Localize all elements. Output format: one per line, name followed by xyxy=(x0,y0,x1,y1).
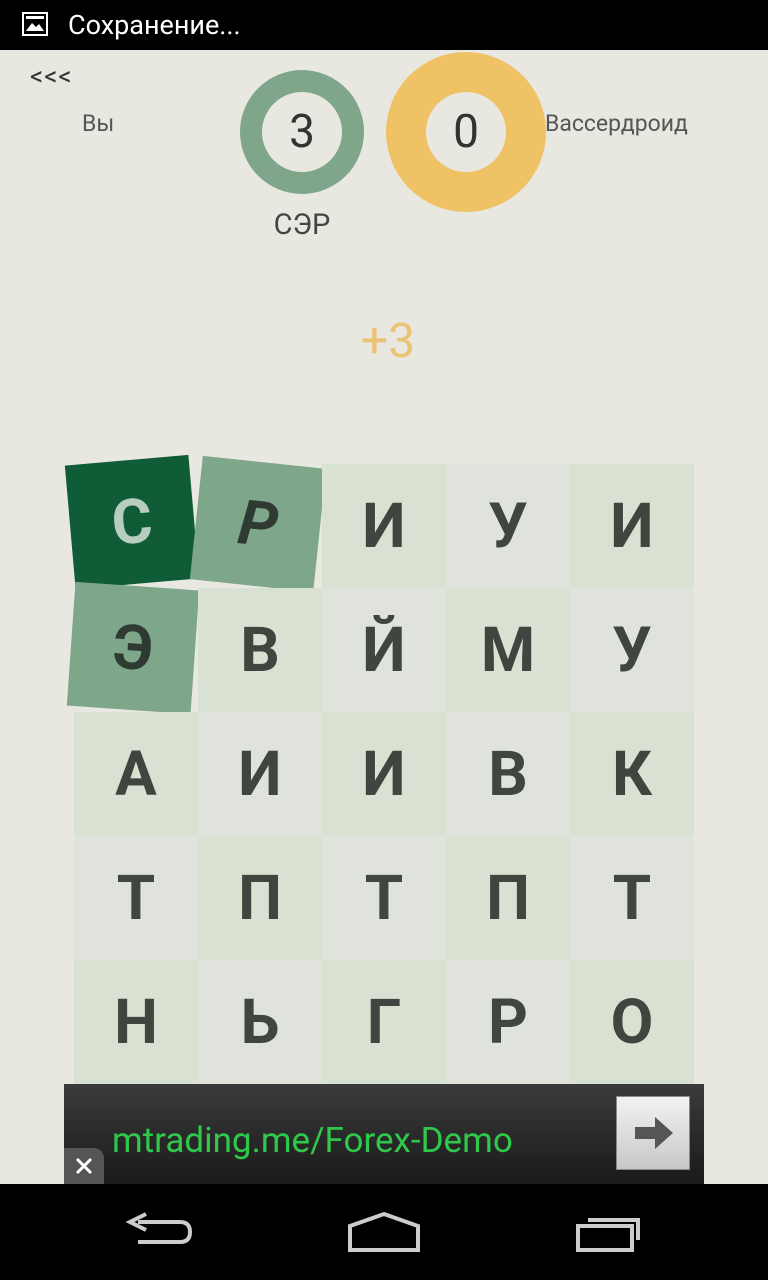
grid-tile[interactable]: Т xyxy=(322,836,446,960)
ad-arrow-button[interactable] xyxy=(616,1096,690,1170)
grid-tile[interactable]: О xyxy=(570,960,694,1084)
player-score: 3 xyxy=(262,92,342,172)
ad-text[interactable]: mtrading.me/Forex-Demo xyxy=(112,1120,513,1161)
grid-tile[interactable]: П xyxy=(446,836,570,960)
grid-tile[interactable]: М xyxy=(446,588,570,712)
grid-tile[interactable]: Н xyxy=(74,960,198,1084)
status-text: Сохранение... xyxy=(68,9,241,41)
recents-icon[interactable] xyxy=(574,1210,646,1254)
player-label: Вы xyxy=(82,110,115,137)
grid-tile[interactable]: Т xyxy=(570,836,694,960)
grid-tile[interactable]: П xyxy=(198,836,322,960)
close-icon xyxy=(75,1157,93,1175)
grid-tile[interactable]: Р xyxy=(446,960,570,1084)
ad-banner[interactable]: mtrading.me/Forex-Demo xyxy=(64,1084,704,1184)
back-icon[interactable] xyxy=(124,1210,196,1254)
grid-tile[interactable]: Р xyxy=(189,455,327,593)
grid-tile[interactable]: И xyxy=(570,464,694,588)
home-icon[interactable] xyxy=(346,1210,422,1254)
image-icon xyxy=(22,12,48,36)
grid-tile[interactable]: К xyxy=(570,712,694,836)
grid-tile[interactable]: У xyxy=(446,464,570,588)
grid-tile[interactable]: Ь xyxy=(198,960,322,1084)
grid-tile[interactable]: С xyxy=(64,454,200,590)
arrow-right-icon xyxy=(635,1117,673,1149)
grid-tile[interactable]: В xyxy=(198,588,322,712)
ad-close-button[interactable] xyxy=(64,1148,104,1184)
opponent-label: Вассердроид xyxy=(545,110,688,137)
score-delta: +3 xyxy=(360,312,416,369)
grid-tile[interactable]: А xyxy=(74,712,198,836)
current-word: СЭР xyxy=(273,208,331,242)
grid-tile[interactable]: У xyxy=(570,588,694,712)
opponent-score-ring: 0 xyxy=(386,52,546,212)
player-score-ring: 3 xyxy=(240,70,364,194)
grid-tile[interactable]: Э xyxy=(66,581,200,715)
grid-tile[interactable]: И xyxy=(322,464,446,588)
grid-tile[interactable]: В xyxy=(446,712,570,836)
grid-tile[interactable]: Й xyxy=(322,588,446,712)
letter-grid: С Р И У И Э В Й М У А И И В К Т П Т П Т … xyxy=(64,454,694,1084)
status-bar: Сохранение... xyxy=(0,0,768,50)
back-button[interactable]: <<< xyxy=(30,62,73,92)
grid-tile[interactable]: Г xyxy=(322,960,446,1084)
grid-tile[interactable]: И xyxy=(322,712,446,836)
opponent-score: 0 xyxy=(426,92,506,172)
grid-tile[interactable]: И xyxy=(198,712,322,836)
grid-tile[interactable]: Т xyxy=(74,836,198,960)
navigation-bar xyxy=(0,1184,768,1280)
